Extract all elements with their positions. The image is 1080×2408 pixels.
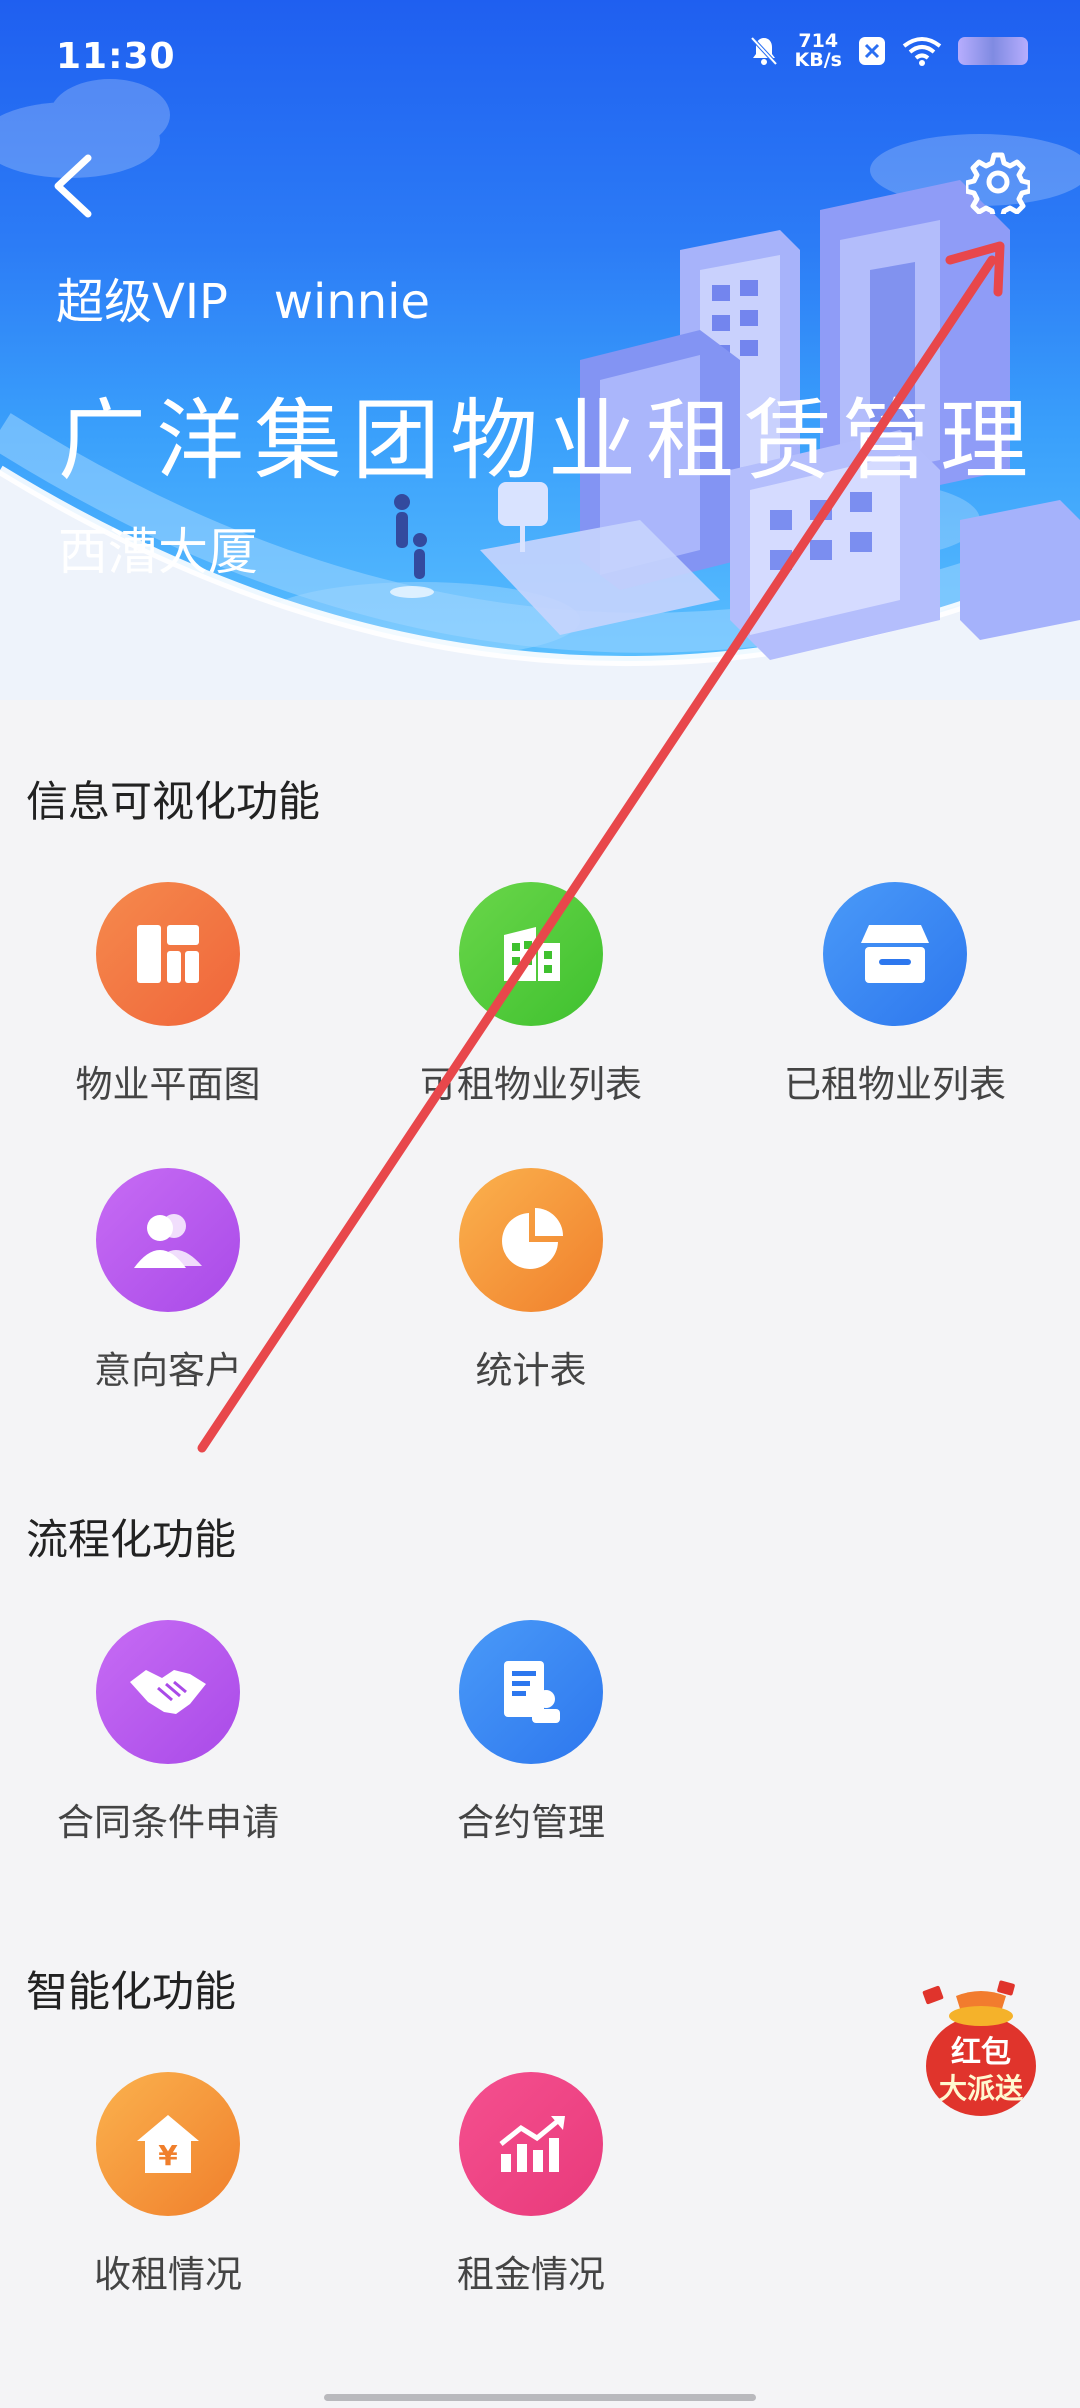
clock: 11:30 — [56, 36, 176, 77]
status-icons: 714 KB/s — [749, 32, 1028, 70]
vip-badge: 超级VIP — [56, 274, 228, 330]
user-info: 超级VIP winnie — [56, 262, 430, 332]
floorplan-icon — [96, 882, 240, 1026]
red-packet-promo[interactable]: 红包 大派送 — [916, 1976, 1046, 2126]
storefront-icon — [823, 882, 967, 1026]
chevron-left-icon[interactable] — [46, 150, 106, 220]
handshake-icon — [96, 1620, 240, 1764]
section-title-workflow: 流程化功能 — [26, 1515, 237, 1564]
tile-available-properties[interactable]: 可租物业列表 — [351, 882, 711, 1108]
building-name: 西漕大厦 — [58, 523, 258, 581]
red-packet-line1: 红包 — [951, 2035, 1011, 2070]
city-illustration — [0, 79, 1080, 700]
tile-prospective-clients[interactable]: 意向客户 — [0, 1168, 348, 1394]
tile-rented-properties[interactable]: 已租物业列表 — [715, 882, 1075, 1108]
network-speed: 714 KB/s — [795, 32, 842, 70]
svg-text:¥: ¥ — [158, 2139, 178, 2172]
tile-label: 收租情况 — [94, 2253, 242, 2296]
section-title-visualization: 信息可视化功能 — [26, 777, 321, 826]
contract-icon — [459, 1620, 603, 1764]
tile-label: 已租物业列表 — [784, 1063, 1006, 1106]
tile-label: 可租物业列表 — [420, 1063, 642, 1106]
username: winnie — [273, 274, 431, 330]
trend-chart-icon — [459, 2072, 603, 2216]
app-title: 广洋集团物业租赁管理 — [58, 389, 1039, 492]
tile-label: 统计表 — [475, 1349, 587, 1392]
gear-icon[interactable] — [966, 150, 1030, 214]
tile-label: 合约管理 — [457, 1801, 605, 1844]
users-icon — [96, 1168, 240, 1312]
bell-muted-icon — [750, 36, 778, 66]
tile-statistics[interactable]: 统计表 — [351, 1168, 711, 1394]
status-bar: 11:30 714 KB/s — [0, 0, 1080, 100]
rent-house-icon: ¥ — [96, 2072, 240, 2216]
network-speed-unit: KB/s — [794, 49, 842, 71]
building-icon — [459, 882, 603, 1026]
red-packet-line2: 大派送 — [939, 2072, 1023, 2105]
tile-rent-collection[interactable]: ¥ 收租情况 — [0, 2072, 348, 2298]
tile-contract-application[interactable]: 合同条件申请 — [0, 1620, 348, 1846]
tile-rent-amount[interactable]: 租金情况 — [351, 2072, 711, 2298]
home-indicator[interactable] — [324, 2394, 756, 2401]
header-banner: 11:30 714 KB/s 超级VIP winnie 广洋集团物业租赁管理 西… — [0, 0, 1080, 700]
tile-label: 意向客户 — [94, 1349, 242, 1392]
tile-floor-plan[interactable]: 物业平面图 — [0, 882, 348, 1108]
pie-chart-icon — [459, 1168, 603, 1312]
section-title-smart: 智能化功能 — [26, 1967, 237, 2016]
tile-label: 合同条件申请 — [57, 1801, 279, 1844]
tile-contract-management[interactable]: 合约管理 — [351, 1620, 711, 1846]
tile-label: 租金情况 — [457, 2253, 605, 2296]
tile-label: 物业平面图 — [75, 1063, 261, 1106]
battery-icon — [958, 37, 1028, 65]
wifi-icon — [902, 37, 942, 66]
x-app-icon — [859, 37, 885, 65]
